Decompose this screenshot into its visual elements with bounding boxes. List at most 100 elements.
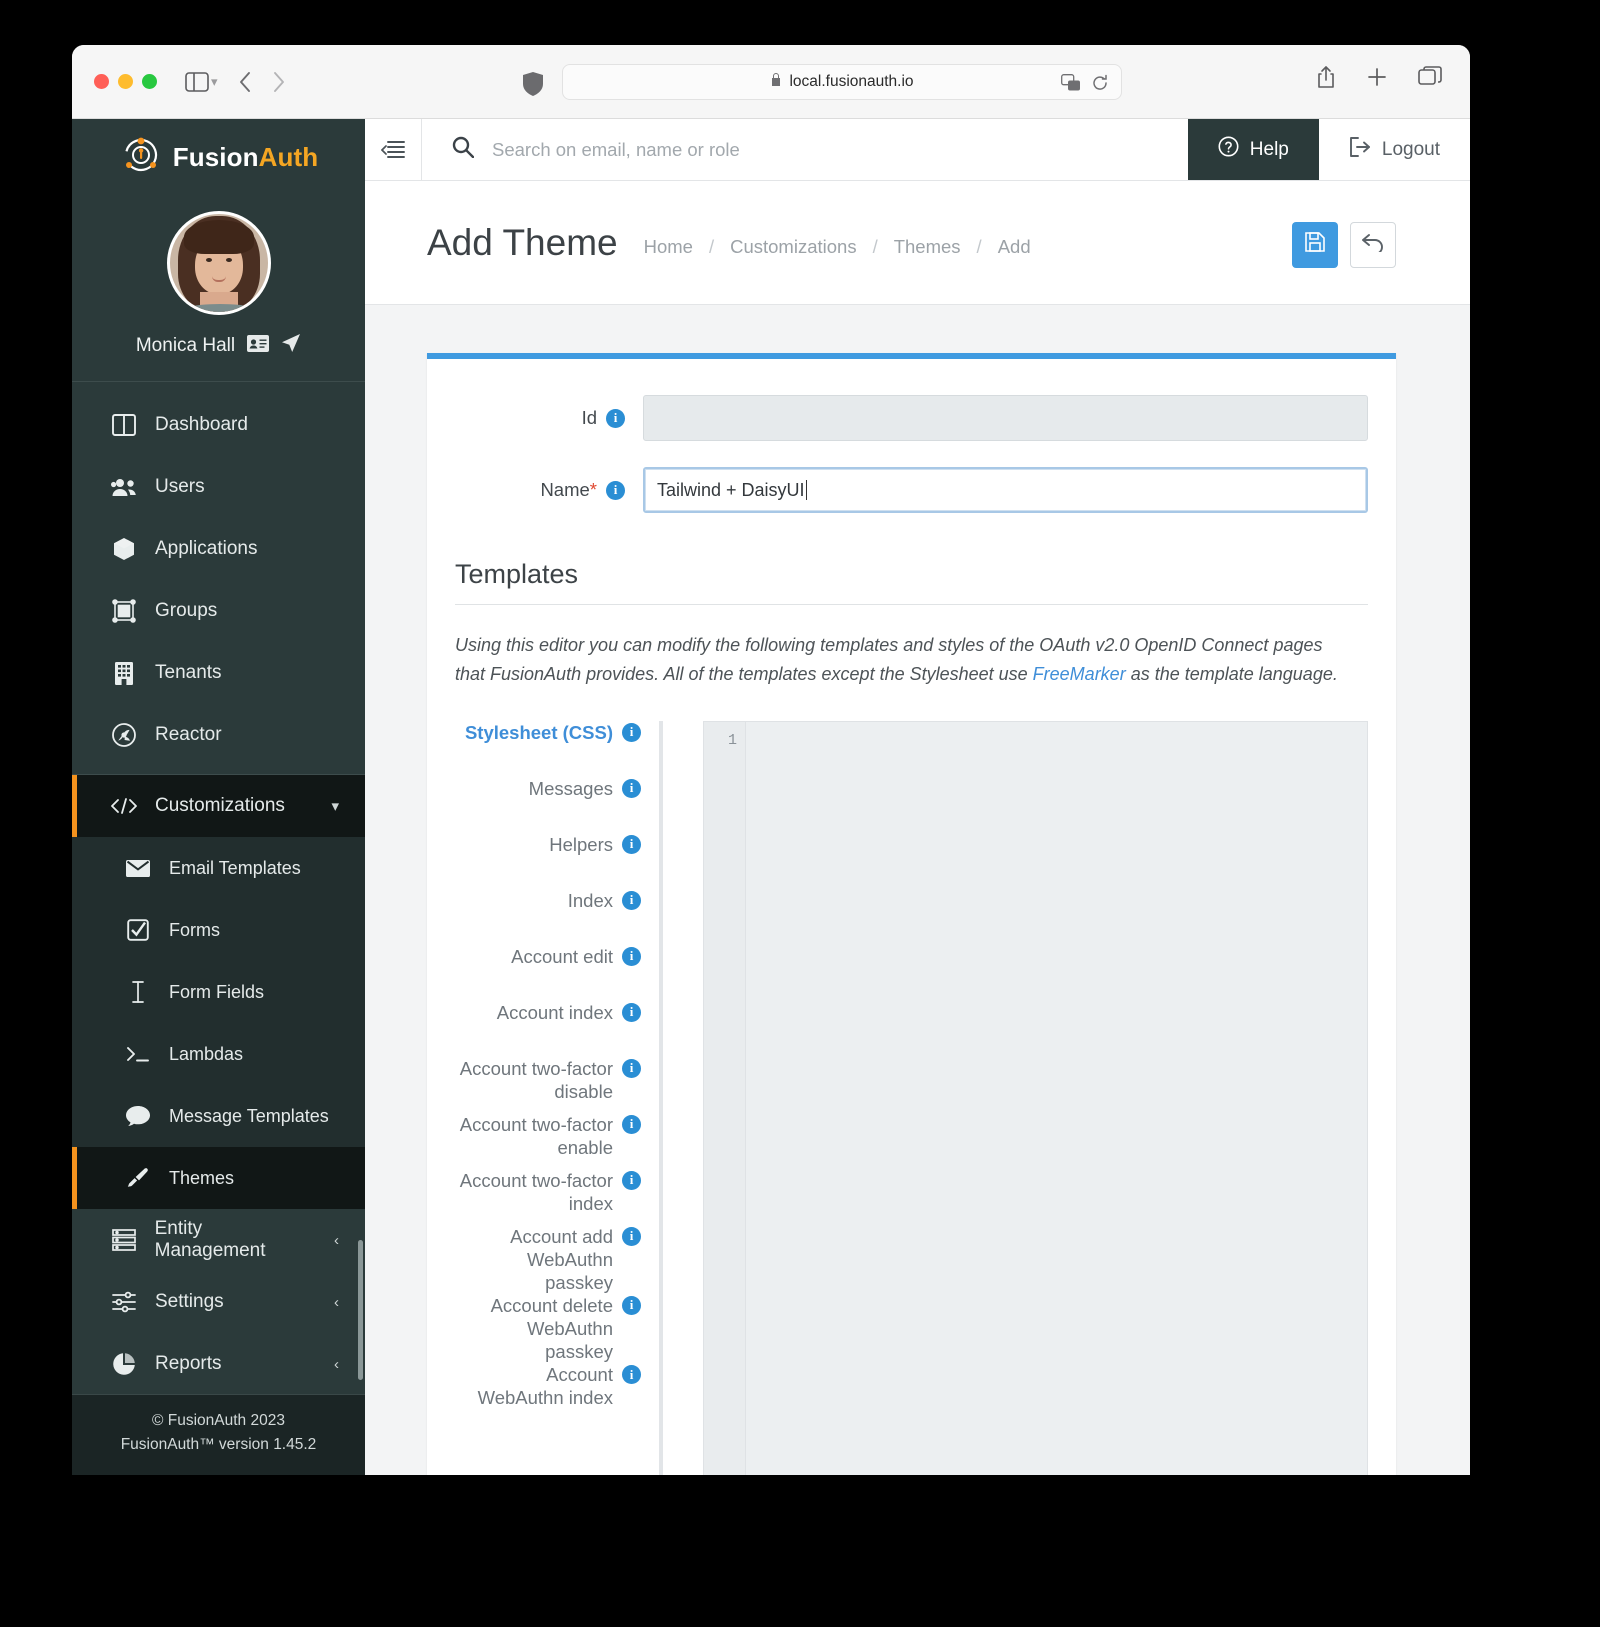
template-item-messages[interactable]: Messages i [455, 777, 659, 833]
sidebar-item-message-templates[interactable]: Message Templates [72, 1085, 365, 1147]
sidebar-item-dashboard[interactable]: Dashboard [72, 394, 365, 456]
info-icon[interactable]: i [622, 1170, 641, 1190]
sliders-icon [111, 1291, 137, 1313]
breadcrumb-customizations[interactable]: Customizations [730, 236, 856, 258]
editor-content[interactable] [746, 721, 1367, 1475]
sidebar-item-lambdas[interactable]: Lambdas [72, 1023, 365, 1085]
breadcrumb-themes[interactable]: Themes [894, 236, 961, 258]
freemarker-link[interactable]: FreeMarker [1033, 664, 1126, 684]
template-item-stylesheet-css[interactable]: Stylesheet (CSS) i [455, 721, 659, 777]
breadcrumb-home[interactable]: Home [644, 236, 693, 258]
template-item-account-edit[interactable]: Account edit i [455, 945, 659, 1001]
sidebar-item-themes[interactable]: Themes [72, 1147, 365, 1209]
code-brackets-icon [111, 797, 137, 815]
avatar[interactable] [166, 211, 271, 315]
close-window-button[interactable] [94, 74, 109, 89]
window-controls[interactable] [94, 74, 157, 89]
template-item-account-two-factor-disable[interactable]: Account two-factor disable i [455, 1057, 659, 1113]
info-icon[interactable]: i [622, 890, 641, 910]
translate-icon[interactable] [1061, 74, 1081, 97]
navigation-arrow-icon[interactable] [281, 333, 301, 359]
help-button[interactable]: Help [1187, 119, 1319, 180]
sidebar-scrollbar[interactable] [358, 1240, 363, 1380]
checkbox-icon [125, 919, 151, 941]
sidebar-toggle-icon[interactable] [185, 71, 209, 92]
theme-form-card: Id i Name* i Tailwind + DaisyUI Template… [427, 353, 1396, 1475]
sidebar-item-tenants[interactable]: Tenants [72, 642, 365, 704]
back-button[interactable] [1350, 221, 1396, 268]
templates-section-title: Templates [455, 539, 1368, 605]
template-item-account-webauthn-index[interactable]: Account WebAuthn index i [455, 1363, 659, 1419]
plus-icon[interactable] [1366, 66, 1388, 93]
info-icon[interactable]: i [622, 1365, 641, 1385]
chevron-left-icon[interactable]: ‹ [334, 1294, 339, 1311]
id-card-icon[interactable] [247, 334, 270, 358]
shield-icon[interactable] [522, 71, 544, 102]
template-item-account-two-factor-enable[interactable]: Account two-factor enable i [455, 1113, 659, 1169]
sidebar-item-reactor[interactable]: Reactor [72, 704, 365, 766]
name-label: Name* i [455, 479, 643, 501]
sidebar-item-form-fields[interactable]: Form Fields [72, 961, 365, 1023]
minimize-window-button[interactable] [118, 74, 133, 89]
info-icon[interactable]: i [622, 1226, 641, 1246]
back-arrow-icon[interactable] [228, 65, 262, 99]
address-bar[interactable]: local.fusionauth.io [562, 64, 1122, 100]
logout-icon [1349, 136, 1371, 163]
info-icon[interactable]: i [622, 1295, 641, 1315]
info-icon[interactable]: i [622, 1114, 641, 1134]
sidebar-item-email-templates[interactable]: Email Templates [72, 837, 365, 899]
info-icon[interactable]: i [622, 722, 641, 742]
sidebar-item-users[interactable]: Users [72, 456, 365, 518]
logout-button[interactable]: Logout [1319, 119, 1470, 180]
groups-icon [111, 599, 137, 623]
chevron-left-icon[interactable]: ‹ [334, 1356, 339, 1373]
sidebar-item-label: Reactor [155, 724, 222, 745]
forward-arrow-icon[interactable] [262, 65, 296, 99]
reload-icon[interactable] [1091, 74, 1109, 97]
sidebar-item-settings[interactable]: Settings ‹ [72, 1271, 365, 1333]
sidebar-item-label: Users [155, 476, 205, 497]
form-row-name: Name* i Tailwind + DaisyUI [455, 467, 1368, 513]
dashboard-icon [111, 414, 137, 436]
chevron-down-icon[interactable]: ▾ [331, 797, 339, 815]
template-item-account-delete-webauthn-passkey[interactable]: Account delete WebAuthn passkey i [455, 1294, 659, 1363]
info-icon[interactable]: i [622, 778, 641, 798]
brand-header[interactable]: FusionAuth [72, 119, 365, 195]
pie-chart-icon [111, 1352, 137, 1376]
text-caret [805, 480, 808, 500]
search-input[interactable]: Search on email, name or role [422, 119, 1188, 180]
sidebar-item-entity-management[interactable]: Entity Management ‹ [72, 1209, 365, 1271]
info-icon[interactable]: i [606, 408, 625, 428]
info-icon[interactable]: i [622, 1058, 641, 1078]
tab-overview-icon[interactable] [1418, 66, 1442, 93]
sidebar-item-reports[interactable]: Reports ‹ [72, 1333, 365, 1395]
save-button[interactable] [1292, 221, 1338, 268]
info-icon[interactable]: i [622, 946, 641, 966]
template-item-index[interactable]: Index i [455, 889, 659, 945]
browser-actions [1316, 65, 1442, 94]
template-item-account-add-webauthn-passkey[interactable]: Account add WebAuthn passkey i [455, 1225, 659, 1294]
sidebar-item-forms[interactable]: Forms [72, 899, 365, 961]
maximize-window-button[interactable] [142, 74, 157, 89]
template-item-helpers[interactable]: Helpers i [455, 833, 659, 889]
collapse-menu-icon[interactable] [365, 119, 422, 180]
code-editor[interactable]: 1 [703, 720, 1368, 1475]
info-icon[interactable]: i [622, 834, 641, 854]
info-icon[interactable]: i [622, 1002, 641, 1022]
name-field[interactable]: Tailwind + DaisyUI [643, 467, 1368, 513]
sidebar-dropdown-chevron-icon[interactable]: ▾ [211, 74, 218, 90]
sidebar-item-groups[interactable]: Groups [72, 580, 365, 642]
template-item-account-two-factor-index[interactable]: Account two-factor index i [455, 1169, 659, 1225]
sidebar-item-customizations[interactable]: Customizations ▾ [72, 775, 365, 837]
id-field[interactable] [643, 395, 1368, 441]
share-icon[interactable] [1316, 65, 1336, 94]
name-field-value: Tailwind + DaisyUI [657, 479, 805, 500]
form-row-id: Id i [455, 395, 1368, 441]
application-body: FusionAuth Monica Hall Dashboard Users A… [72, 119, 1470, 1475]
chevron-left-icon[interactable]: ‹ [334, 1232, 339, 1249]
content-area: Id i Name* i Tailwind + DaisyUI Template… [365, 305, 1470, 1475]
sidebar-item-applications[interactable]: Applications [72, 518, 365, 580]
template-item-account-index[interactable]: Account index i [455, 1001, 659, 1057]
sidebar-item-label: Reports [155, 1353, 222, 1374]
info-icon[interactable]: i [606, 480, 625, 500]
